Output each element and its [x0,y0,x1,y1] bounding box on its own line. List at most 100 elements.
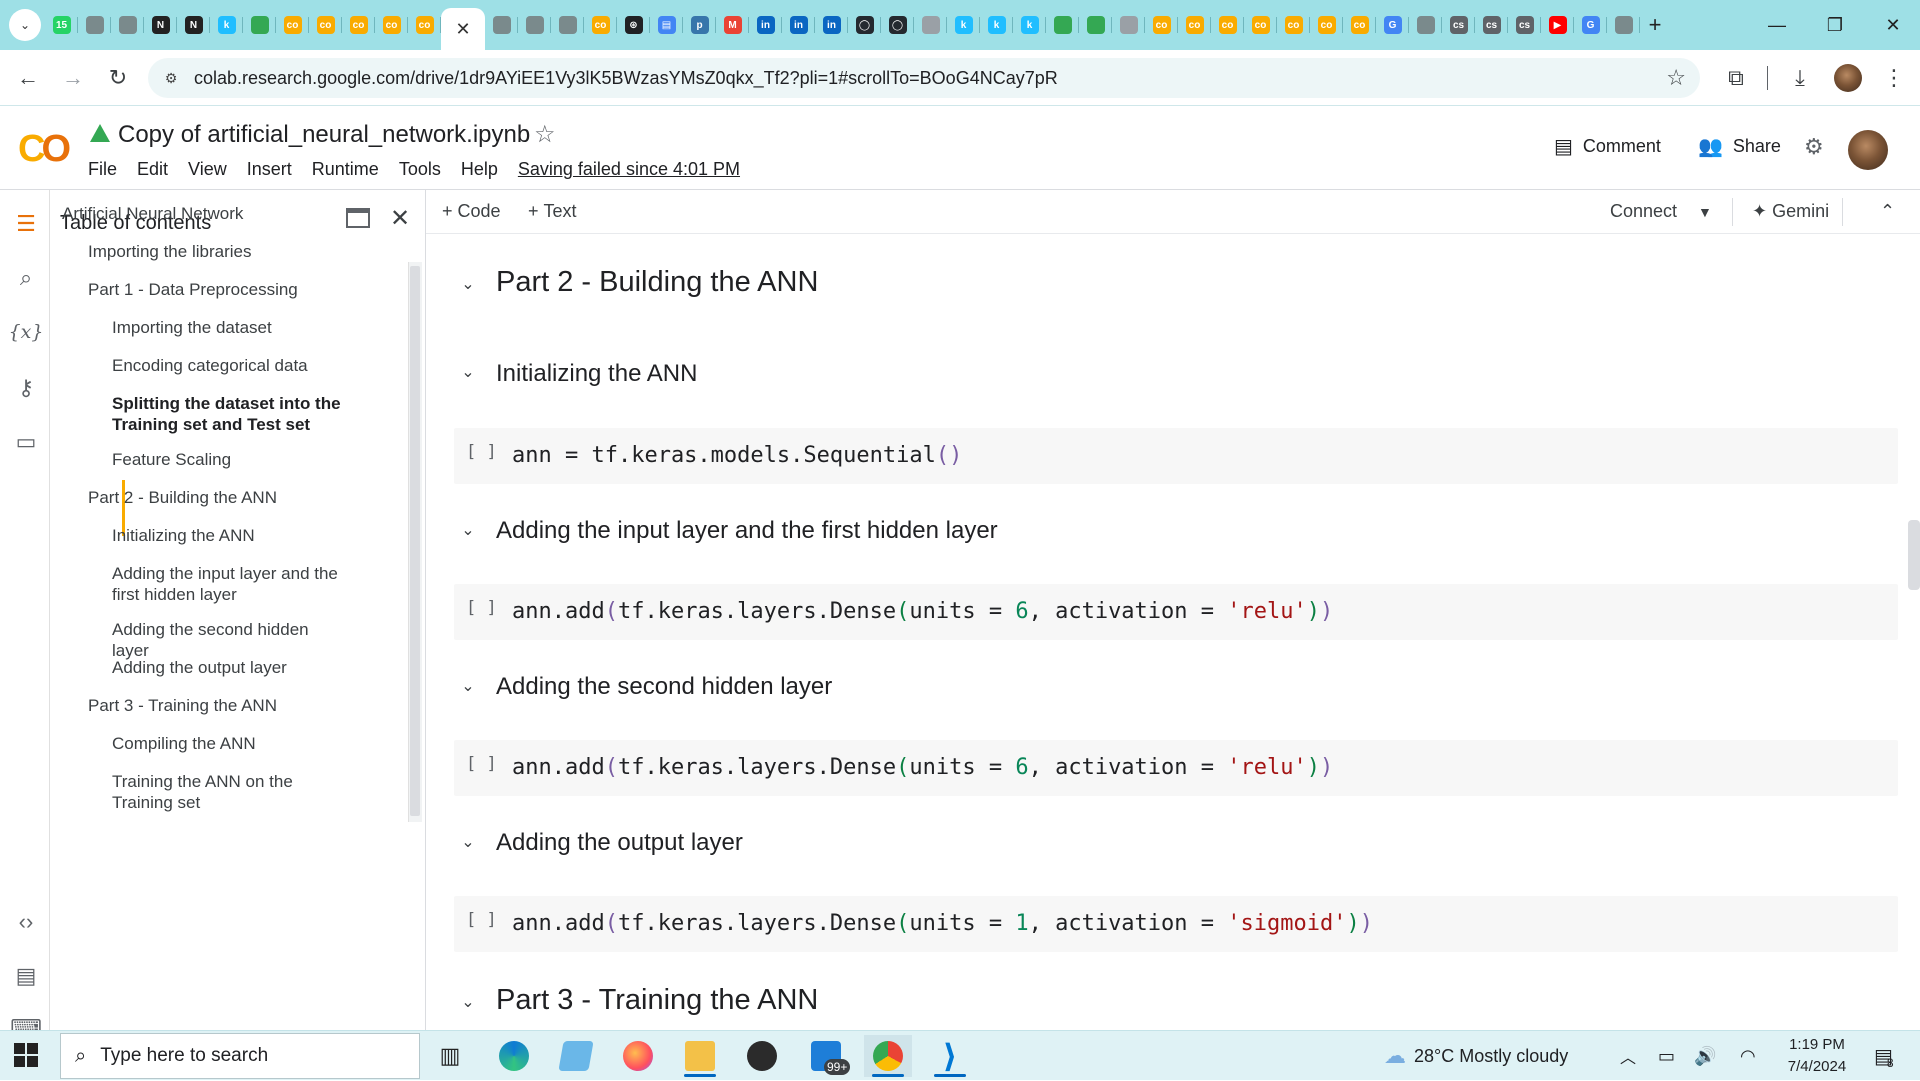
save-status-link[interactable]: Saving failed since 4:01 PM [518,159,740,180]
menu-tools[interactable]: Tools [399,159,441,180]
colab-tab[interactable]: co [584,0,617,50]
colab-tab[interactable]: co [342,0,375,50]
extensions-icon[interactable]: ⧉ [1718,60,1754,96]
clock[interactable]: 1:19 PM 7/4/2024 [1772,1031,1862,1081]
run-cell-bracket[interactable]: [ ] [466,442,497,462]
code-cell-input-layer[interactable]: [ ] ann.add(tf.keras.layers.Dense(units … [454,584,1898,640]
connect-dropdown-icon[interactable]: ▼ [1698,204,1712,220]
cisco-tab[interactable]: cs [1508,0,1541,50]
toc-item[interactable]: Part 2 - Building the ANN [88,487,350,508]
bookmark-star-icon[interactable]: ☆ [1666,65,1686,91]
gemini-button[interactable]: ✦ Gemini [1752,201,1829,222]
tab-search-chevron-icon[interactable]: ⌄ [9,9,41,41]
add-code-button[interactable]: + Code [442,201,501,222]
close-panel-icon[interactable]: ✕ [390,204,410,233]
kaggle-tab[interactable]: k [210,0,243,50]
battery-icon[interactable]: ▭ [1658,1031,1675,1081]
toc-scrollbar-thumb[interactable] [410,266,420,816]
share-button[interactable]: 👥 Share [1698,134,1781,159]
media-player-icon[interactable] [738,1035,786,1077]
code-cell-output-layer[interactable]: [ ] ann.add(tf.keras.layers.Dense(units … [454,896,1898,952]
variables-icon[interactable]: {x} [9,316,44,348]
notion-tab[interactable]: N [144,0,177,50]
globe-tab[interactable] [78,0,111,50]
settings-gear-icon[interactable]: ⚙ [1804,134,1824,160]
toc-item[interactable]: Adding the input layer and the first hid… [112,563,350,605]
notifications-icon[interactable]: ▤ 8 [1874,1031,1894,1081]
globe-tab[interactable] [1409,0,1442,50]
globe-tab[interactable] [518,0,551,50]
collapse-header-icon[interactable]: ⌃ [1880,201,1895,222]
collapse-section-icon[interactable]: ⌄ [456,830,480,854]
downloads-icon[interactable]: ⤓ [1782,60,1818,96]
drive-tab[interactable] [1079,0,1112,50]
cell-code[interactable]: ann = tf.keras.models.Sequential() [512,443,962,468]
colab-account-avatar[interactable] [1848,130,1888,170]
edge-icon[interactable] [490,1035,538,1077]
colab-tab[interactable]: co [276,0,309,50]
colab-tab[interactable]: co [1145,0,1178,50]
linkedin-tab[interactable]: in [815,0,848,50]
wifi-icon[interactable]: ◠ [1740,1031,1756,1081]
toc-item[interactable]: Part 3 - Training the ANN [88,695,350,716]
address-bar[interactable]: ⚙ colab.research.google.com/drive/1dr9AY… [148,58,1700,98]
cell-code[interactable]: ann.add(tf.keras.layers.Dense(units = 6,… [512,599,1333,624]
kaggle-tab[interactable]: k [1013,0,1046,50]
firefox-icon[interactable] [614,1035,662,1077]
command-palette-icon[interactable]: ▤ [10,960,42,992]
back-icon[interactable]: ← [10,60,46,96]
youtube-tab[interactable]: ▶ [1541,0,1574,50]
menu-file[interactable]: File [88,159,117,180]
colab-tab[interactable]: co [375,0,408,50]
code-cell-init[interactable]: [ ] ann = tf.keras.models.Sequential() [454,428,1898,484]
toc-icon[interactable]: ☰ [10,208,42,240]
chatgpt-tab[interactable]: ⊛ [617,0,650,50]
menu-edit[interactable]: Edit [137,159,168,180]
globe-tab[interactable] [551,0,584,50]
toc-item[interactable]: Initializing the ANN [112,525,350,546]
chrome-icon[interactable] [864,1035,912,1077]
connect-button[interactable]: Connect [1610,201,1677,222]
toc-item[interactable]: Importing the dataset [112,317,350,338]
new-tab-button[interactable]: + [1640,0,1670,50]
mail-icon[interactable]: 99+ [802,1035,851,1077]
notion-tab[interactable]: N [177,0,210,50]
drive-tab[interactable] [1112,0,1145,50]
notebook-scrollbar-thumb[interactable] [1908,520,1920,590]
profile-avatar[interactable] [1834,64,1862,92]
forward-icon[interactable]: → [55,60,91,96]
site-info-icon[interactable]: ⚙ [158,65,184,91]
code-cell-second-layer[interactable]: [ ] ann.add(tf.keras.layers.Dense(units … [454,740,1898,796]
menu-view[interactable]: View [188,159,227,180]
docs-tab[interactable]: ▤ [650,0,683,50]
globe-tab[interactable] [914,0,947,50]
file-explorer-icon[interactable] [676,1035,724,1077]
weather-widget[interactable]: ☁ 28°C Mostly cloudy [1384,1031,1568,1081]
toc-item[interactable]: Adding the second hidden layer [112,619,350,661]
colab-tab[interactable]: co [309,0,342,50]
toc-item[interactable]: Splitting the dataset into the Training … [112,393,350,435]
toc-item[interactable]: Training the ANN on the Training set [112,771,350,813]
colab-tab[interactable]: co [1277,0,1310,50]
toc-item[interactable]: Importing the libraries [88,241,350,262]
menu-runtime[interactable]: Runtime [312,159,379,180]
collapse-section-icon[interactable]: ⌄ [456,990,480,1014]
close-window-icon[interactable]: ✕ [1864,0,1920,50]
collapse-section-icon[interactable]: ⌄ [456,360,480,384]
show-hidden-icons-chevron-icon[interactable]: ︿ [1620,1031,1636,1081]
toc-item[interactable]: Artificial Neural Network [62,203,350,224]
colab-tab[interactable]: co [1211,0,1244,50]
cisco-tab[interactable]: cs [1475,0,1508,50]
code-snippets-icon[interactable]: ‹› [10,906,42,938]
colab-tab[interactable]: co [1178,0,1211,50]
whatsapp-tab[interactable]: 15 [45,0,78,50]
windows-start-icon[interactable] [14,1043,38,1067]
drive-tab[interactable] [1046,0,1079,50]
toc-item[interactable]: Compiling the ANN [112,733,350,754]
drive-icon[interactable] [90,124,110,142]
active-tab[interactable]: ✕ [441,8,485,50]
colab-tab[interactable]: co [1343,0,1376,50]
google-tab[interactable]: G [1376,0,1409,50]
globe-tab[interactable] [485,0,518,50]
cisco-tab[interactable]: cs [1442,0,1475,50]
